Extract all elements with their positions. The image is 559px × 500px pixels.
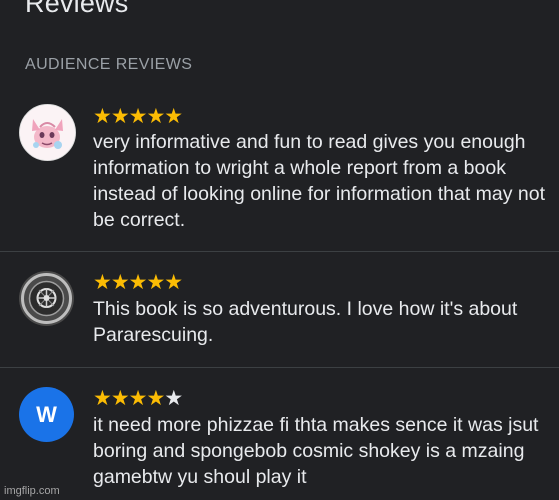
pink-creature-icon	[20, 105, 75, 160]
star-rating: ★★★★★	[93, 271, 183, 294]
pink-creature-avatar[interactable]	[19, 104, 76, 161]
watermark: imgflip.com	[4, 485, 60, 497]
filled-stars: ★★★★★	[93, 105, 183, 128]
review-text: it need more phizzae fi thta makes sence…	[93, 414, 539, 488]
emblem-avatar[interactable]	[19, 271, 74, 326]
divider	[0, 251, 559, 252]
avatar-letter: W	[36, 401, 57, 427]
star-rating: ★★★★★	[93, 387, 183, 410]
filled-stars: ★★★★	[93, 387, 165, 410]
emblem-icon	[19, 271, 74, 326]
reviews-page: Reviews AUDIENCE REVIEWS ★★★★★ very info…	[0, 0, 559, 500]
empty-stars: ★	[164, 387, 183, 410]
review-text: This book is so adventurous. I love how …	[93, 298, 518, 346]
review-text: very informative and fun to read gives y…	[93, 131, 546, 231]
star-rating: ★★★★★	[93, 105, 183, 128]
section-label: AUDIENCE REVIEWS	[25, 56, 193, 73]
filled-stars: ★★★★★	[93, 271, 183, 294]
divider	[0, 367, 559, 368]
letter-avatar[interactable]: W	[19, 387, 74, 442]
page-title: Reviews	[25, 0, 129, 18]
